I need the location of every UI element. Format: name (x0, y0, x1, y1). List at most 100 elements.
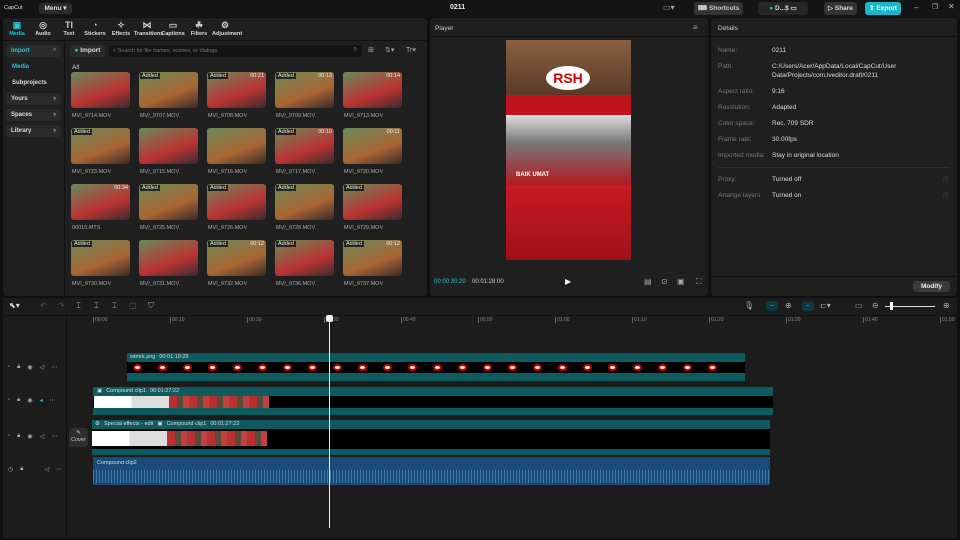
media-thumbnail[interactable]: Added (139, 184, 198, 220)
fullscreen-icon[interactable]: ⛶ (696, 277, 702, 287)
sidebar-import[interactable]: Import ^ (6, 45, 61, 57)
info-icon[interactable]: ⓘ (943, 191, 949, 200)
media-thumbnail[interactable]: Added (207, 184, 266, 220)
maximize-icon[interactable]: ❐ (932, 3, 938, 11)
track-toggle-icon[interactable]: ▫ (8, 364, 10, 371)
undo-icon[interactable]: ↶ (40, 301, 47, 310)
split-left-icon[interactable]: ⌶ (94, 301, 99, 311)
snap-icon[interactable]: ⊕ (785, 301, 792, 310)
lock-icon[interactable]: 🔒︎ (17, 397, 20, 404)
tab-media[interactable]: ▣ Media (4, 20, 30, 37)
tab-text[interactable]: TI Text (56, 20, 82, 37)
shortcuts-button[interactable]: ⌨ Shortcuts (694, 2, 743, 15)
video-preview[interactable]: RSH BAIK UMAT (506, 40, 631, 260)
media-thumbnail[interactable]: Added (275, 240, 334, 276)
more-icon[interactable]: ⋯ (51, 433, 57, 440)
share-button[interactable]: ▷ Share (824, 2, 857, 15)
more-icon[interactable]: ⋯ (51, 364, 57, 371)
tab-adjustment[interactable]: ⚙ Adjustment (212, 20, 242, 37)
lock-icon[interactable]: 🔒︎ (17, 433, 20, 440)
eye-icon[interactable]: ◉ (27, 433, 32, 440)
refresh-icon[interactable]: ↻ (353, 47, 358, 53)
media-thumbnail[interactable]: Added 00:12 (207, 240, 266, 276)
sidebar-yours[interactable]: Yours ▾ (6, 93, 61, 105)
track-toggle-icon[interactable]: ▫ (8, 397, 10, 404)
subtitle-icon[interactable]: ▤ (644, 277, 652, 286)
media-thumbnail[interactable]: Added 00:13 (275, 72, 334, 108)
zoom-in-icon[interactable]: ⊕ (943, 301, 950, 310)
tab-captions[interactable]: ▭ Captions (160, 20, 186, 37)
media-thumbnail[interactable]: Added (71, 128, 130, 164)
media-thumbnail[interactable] (207, 128, 266, 164)
cover-button[interactable]: ✎ Cover (69, 428, 88, 447)
media-thumbnail[interactable]: Added 00:21 (207, 72, 266, 108)
more-icon[interactable]: ⋯ (56, 466, 62, 473)
ratio-icon[interactable]: ▣ (677, 277, 685, 286)
media-thumbnail[interactable]: Added (343, 184, 402, 220)
filter-all[interactable]: All (72, 64, 79, 71)
search-input[interactable]: ⌕ Search for file names, scenes, or dial… (109, 45, 362, 57)
media-thumbnail[interactable]: 00:11 (343, 128, 402, 164)
lock-icon[interactable]: 🔒︎ (17, 364, 20, 371)
media-thumbnail[interactable]: Added (275, 184, 334, 220)
text-size-icon[interactable]: Tr▾ (406, 46, 416, 54)
media-thumbnail[interactable]: Added (139, 72, 198, 108)
thumbnail-icon[interactable]: ▭ (855, 301, 863, 310)
eye-icon[interactable]: ◉ (27, 397, 32, 404)
audio-icon[interactable]: ◁ (40, 433, 45, 440)
split-icon[interactable]: ⌶ (76, 301, 81, 311)
player-menu-icon[interactable]: ≡ (693, 23, 698, 32)
modify-button[interactable]: Modify (913, 281, 950, 292)
shield-icon[interactable]: ⛉ (148, 301, 154, 311)
tab-filters[interactable]: ☘ Filters (186, 20, 212, 37)
layout-icon[interactable]: ▭▾ (663, 3, 675, 12)
audio-icon[interactable]: ◂ (40, 397, 43, 404)
track-toggle-icon[interactable]: ▫ (8, 433, 10, 440)
tab-transitions[interactable]: ⋈ Transitions (134, 20, 163, 37)
view-toggle-icon[interactable]: ⊞ (368, 46, 374, 54)
export-button[interactable]: ⇪ Export (865, 2, 901, 15)
microphone-icon[interactable]: 🎙 (744, 301, 754, 310)
sidebar-spaces[interactable]: Spaces ▾ (6, 109, 61, 121)
import-button[interactable]: ● Import (70, 45, 105, 57)
eye-icon[interactable]: ◉ (27, 364, 32, 371)
zoom-fit-icon[interactable]: ⊙ (661, 277, 668, 286)
playhead[interactable] (329, 316, 330, 528)
info-icon[interactable]: ⓘ (943, 175, 949, 184)
sidebar-media[interactable]: Media (12, 64, 29, 70)
media-thumbnail[interactable]: 00:14 (343, 72, 402, 108)
audio-icon[interactable]: ◁ (40, 364, 45, 371)
user-account[interactable]: ● D...$ ▭ (758, 2, 808, 15)
delete-icon[interactable]: ▢ (129, 301, 137, 310)
tab-effects[interactable]: ✧ Effects (108, 20, 134, 37)
media-thumbnail[interactable]: Added (71, 240, 130, 276)
link-main-track-icon[interactable]: ⇔ (766, 301, 778, 311)
media-thumbnail[interactable] (71, 72, 130, 108)
media-thumbnail[interactable]: 00:34 (71, 184, 130, 220)
select-tool-icon[interactable]: ⬉▾ (9, 301, 20, 310)
sidebar-library[interactable]: Library ▾ (6, 125, 61, 137)
media-thumbnail[interactable]: Added 00:10 (275, 128, 334, 164)
media-thumbnail[interactable] (139, 128, 198, 164)
zoom-out-icon[interactable]: ⊖ (872, 301, 879, 310)
audio-icon[interactable]: ◁ (44, 466, 49, 473)
tab-stickers[interactable]: ◔ Stickers (82, 20, 108, 37)
more-icon[interactable]: ⋯ (50, 397, 56, 404)
sidebar-subprojects[interactable]: Subprojects (12, 80, 47, 86)
preview-axis-icon[interactable]: ⊏▾ (820, 301, 831, 310)
redo-icon[interactable]: ↷ (58, 301, 65, 310)
track-toggle-icon[interactable]: ◷ (8, 466, 13, 473)
media-thumbnail[interactable] (139, 240, 198, 276)
playhead-handle[interactable] (326, 315, 333, 322)
lock-icon[interactable]: 🔒︎ (20, 466, 23, 473)
menu-button[interactable]: Menu ▾ (39, 3, 72, 14)
minimize-icon[interactable]: – (914, 3, 918, 12)
sort-icon[interactable]: ⇅▾ (385, 46, 394, 54)
close-icon[interactable]: ✕ (948, 2, 955, 11)
zoom-slider-handle[interactable] (890, 302, 893, 310)
media-thumbnail[interactable]: Added 00:12 (343, 240, 402, 276)
linkage-icon[interactable]: ⇔ (802, 301, 814, 311)
split-right-icon[interactable]: ⌶ (112, 301, 117, 311)
tab-audio[interactable]: ◎ Audio (30, 20, 56, 37)
play-icon[interactable]: ▶ (565, 277, 571, 286)
